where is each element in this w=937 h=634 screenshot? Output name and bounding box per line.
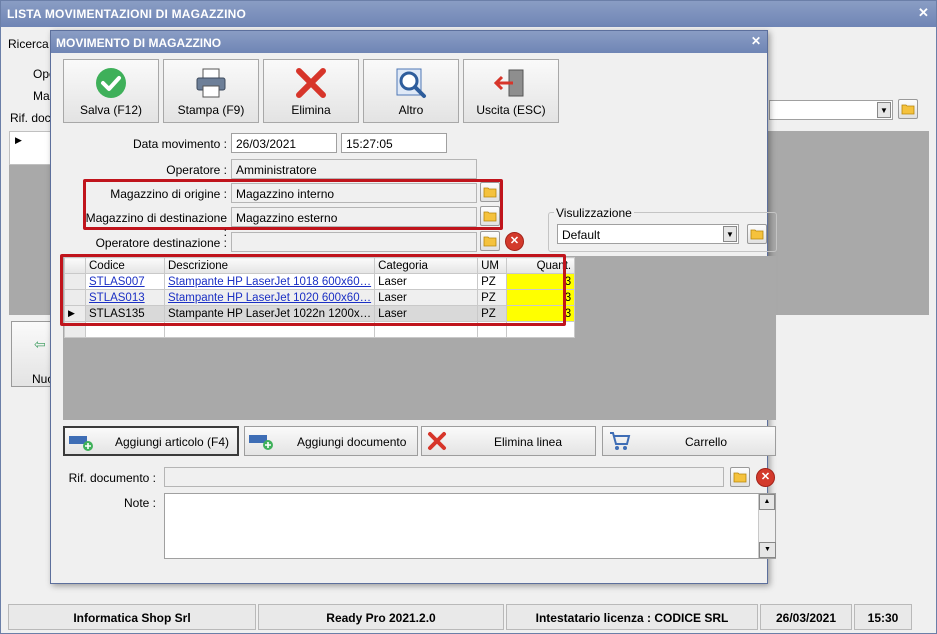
add-document-label: Aggiungi documento <box>297 435 407 449</box>
time-field[interactable]: 15:27:05 <box>341 133 447 153</box>
doc-ref-field[interactable] <box>164 467 724 487</box>
other-label: Altro <box>398 103 424 117</box>
delete-line-label: Elimina linea <box>494 435 563 449</box>
exit-label: Uscita (ESC) <box>476 103 546 117</box>
status-date: 26/03/2021 <box>760 604 852 630</box>
print-button[interactable]: Stampa (F9) <box>163 59 259 123</box>
note-textarea[interactable] <box>164 493 776 559</box>
background-combo[interactable] <box>769 100 893 120</box>
window-title: LISTA MOVIMENTAZIONI DI MAGAZZINO <box>1 1 936 27</box>
view-folder-icon[interactable] <box>747 224 767 244</box>
save-button[interactable]: Salva (F12) <box>63 59 159 123</box>
print-label: Stampa (F9) <box>177 103 245 117</box>
delete-x-icon <box>296 68 326 98</box>
scroll-up-icon[interactable]: ▲ <box>759 494 775 510</box>
date-field[interactable]: 26/03/2021 <box>231 133 337 153</box>
doc-ref-clear-icon[interactable]: ✕ <box>756 468 775 487</box>
date-label: Data movimento : <box>132 137 227 151</box>
origin-label: Magazzino di origine : <box>110 187 227 201</box>
scroll-down-icon[interactable]: ▼ <box>759 542 776 558</box>
movement-dialog: MOVIMENTO DI MAGAZZINO ✕ Salva (F12) Sta… <box>50 30 777 584</box>
close-icon[interactable]: ✕ <box>918 5 929 21</box>
clear-icon[interactable]: ✕ <box>505 232 524 251</box>
dest-operator-field[interactable] <box>231 232 477 252</box>
operator-field: Amministratore <box>231 159 477 179</box>
delete-label: Elimina <box>291 103 331 117</box>
add-article-icon <box>69 436 93 451</box>
folder-icon[interactable] <box>898 99 918 119</box>
new-icon: ⇦ <box>34 336 46 352</box>
view-select[interactable]: Default <box>557 224 739 244</box>
status-time: 15:30 <box>854 604 912 630</box>
doc-ref-folder-icon[interactable] <box>730 467 750 487</box>
magnifier-icon <box>396 68 426 98</box>
exit-door-icon <box>494 69 524 97</box>
chevron-down-icon[interactable]: ▼ <box>877 102 891 118</box>
dest-operator-label: Operatore destinazione : <box>95 236 227 250</box>
cart-button[interactable]: Carrello <box>602 426 776 456</box>
grid-highlight <box>60 254 566 326</box>
add-document-button[interactable]: Aggiungi documento <box>244 426 418 456</box>
status-company: Informatica Shop Srl <box>8 604 256 630</box>
exit-button[interactable]: Uscita (ESC) <box>463 59 559 123</box>
dest-folder-icon[interactable] <box>480 206 500 226</box>
operator-label: Operatore : <box>166 163 227 177</box>
dest-operator-folder-icon[interactable] <box>480 231 500 251</box>
dest-field: Magazzino esterno <box>231 207 477 227</box>
printer-icon <box>196 68 226 98</box>
status-version: Ready Pro 2021.2.0 <box>258 604 504 630</box>
note-scrollbar[interactable]: ▲ ▼ <box>758 494 776 558</box>
delete-line-icon <box>428 432 446 450</box>
delete-line-button[interactable]: Elimina linea <box>421 426 596 456</box>
dialog-close-icon[interactable]: ✕ <box>751 34 761 48</box>
row-pointer-icon: ▶ <box>15 135 22 145</box>
dialog-title: MOVIMENTO DI MAGAZZINO <box>51 31 767 53</box>
view-group-label: Visulizzazione <box>554 206 634 220</box>
add-article-button[interactable]: Aggiungi articolo (F4) <box>63 426 239 456</box>
new-button[interactable]: ⇦ Nuo <box>11 321 54 387</box>
cart-icon <box>610 432 631 450</box>
origin-field: Magazzino interno <box>231 183 477 203</box>
note-label: Note : <box>123 496 156 510</box>
cart-label: Carrello <box>685 435 728 449</box>
add-article-label: Aggiungi articolo (F4) <box>115 435 230 449</box>
dest-label: Magazzino di destinazione : <box>85 211 227 239</box>
status-license: Intestatario licenza : CODICE SRL <box>506 604 758 630</box>
doc-ref-label: Rif. documento : <box>68 471 156 485</box>
add-document-icon <box>249 435 273 450</box>
check-icon <box>96 68 126 98</box>
delete-button[interactable]: Elimina <box>263 59 359 123</box>
other-button[interactable]: Altro <box>363 59 459 123</box>
search-label: Ricerca ( <box>8 37 57 51</box>
view-chevron-down-icon[interactable]: ▼ <box>723 226 737 242</box>
save-label: Salva (F12) <box>79 103 143 117</box>
origin-folder-icon[interactable] <box>480 182 500 202</box>
